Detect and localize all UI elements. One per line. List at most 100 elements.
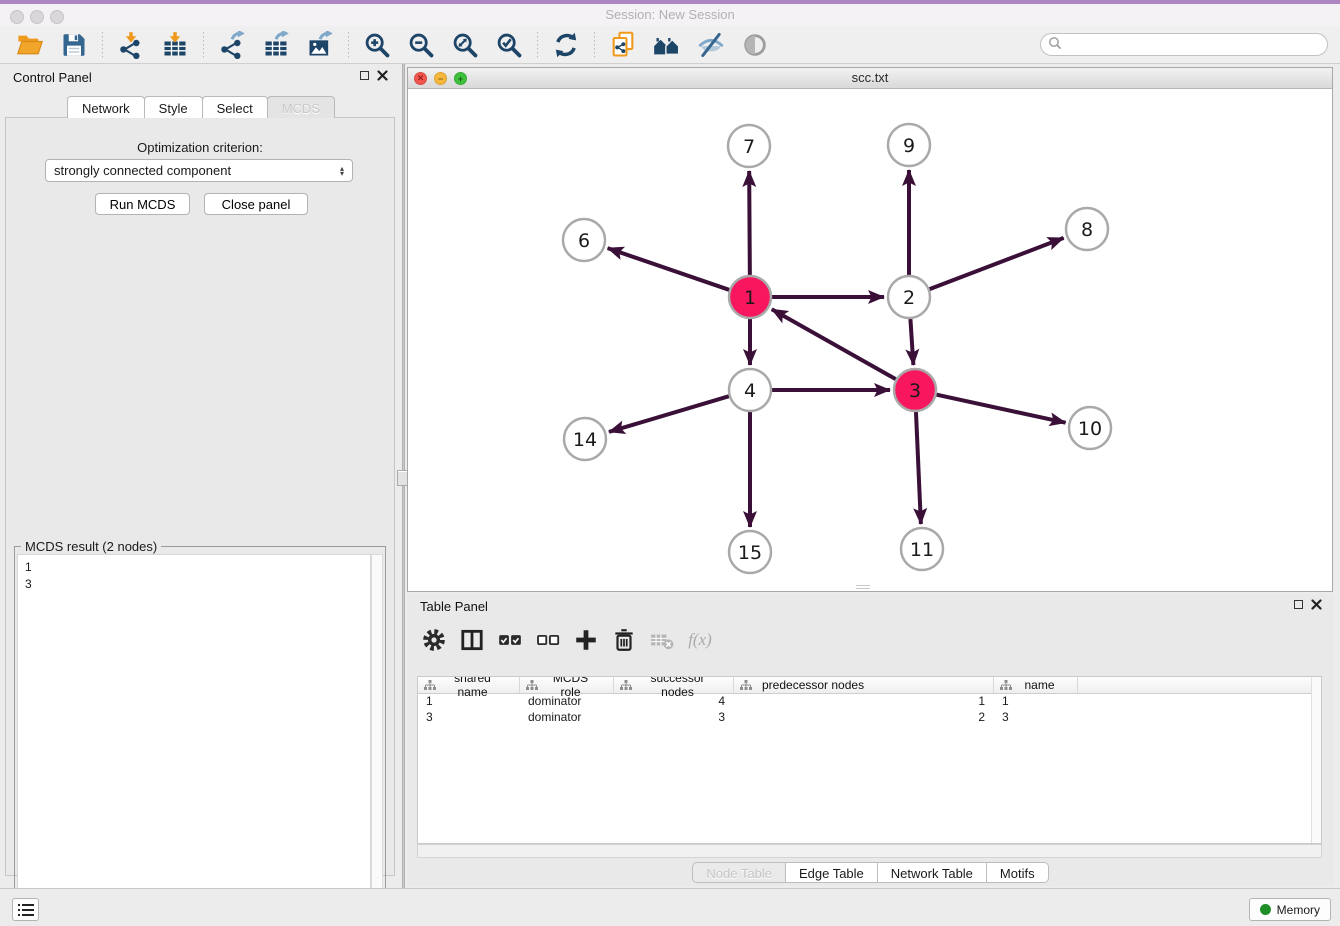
toggle-column-display-icon[interactable]	[459, 628, 485, 652]
table-cell: 1	[994, 694, 1078, 710]
graph-node-4[interactable]: 4	[729, 369, 771, 411]
control-panel-header: Control Panel	[0, 64, 401, 90]
run-mcds-button[interactable]: Run MCDS	[95, 193, 190, 215]
column-header-successor-nodes[interactable]: successor nodes	[614, 677, 734, 693]
edge-2-3[interactable]	[910, 318, 913, 365]
search-input[interactable]	[1062, 38, 1312, 52]
graph-node-2[interactable]: 2	[888, 276, 930, 318]
tab-node-table[interactable]: Node Table	[692, 862, 786, 883]
table-settings-icon[interactable]	[421, 628, 447, 652]
search-icon	[1048, 36, 1062, 53]
hide-panels-icon[interactable]	[696, 30, 726, 60]
zoom-fit-icon[interactable]	[450, 30, 480, 60]
function-builder-icon: f(x)	[687, 628, 713, 652]
svg-text:15: 15	[738, 542, 762, 564]
export-image-icon[interactable]	[305, 30, 335, 60]
edge-3-10[interactable]	[936, 394, 1066, 422]
graph-node-14[interactable]: 14	[564, 418, 606, 460]
network-resize-grip[interactable]	[856, 585, 870, 591]
clone-network-icon[interactable]	[608, 30, 638, 60]
tab-style[interactable]: Style	[144, 96, 203, 118]
table-panel-title: Table Panel	[420, 599, 488, 614]
table-panel-header: Table Panel	[407, 594, 1333, 618]
graph-node-15[interactable]: 15	[729, 531, 771, 573]
graph-node-11[interactable]: 11	[901, 528, 943, 570]
tab-mcds[interactable]: MCDS	[267, 96, 335, 118]
zoom-in-icon[interactable]	[362, 30, 392, 60]
import-network-icon[interactable]	[116, 30, 146, 60]
network-window-titlebar[interactable]: ✕ − + scc.txt	[408, 68, 1332, 89]
tab-motifs[interactable]: Motifs	[986, 862, 1049, 883]
show-home-panel-icon[interactable]	[652, 30, 682, 60]
table-cell: 1	[734, 694, 994, 710]
table-vertical-scrollbar[interactable]	[1311, 677, 1321, 843]
network-maximize-icon[interactable]: +	[454, 72, 467, 85]
export-table-icon[interactable]	[261, 30, 291, 60]
edge-1-7[interactable]	[749, 171, 750, 276]
graph-node-3[interactable]: 3	[894, 369, 936, 411]
search-field[interactable]	[1040, 33, 1328, 56]
column-header-predecessor-nodes[interactable]: predecessor nodes	[734, 677, 994, 693]
graph-node-8[interactable]: 8	[1066, 208, 1108, 250]
edge-4-14[interactable]	[609, 396, 730, 432]
table-close-panel-icon[interactable]	[1311, 598, 1323, 610]
float-panel-icon[interactable]	[360, 71, 369, 80]
column-header-MCDS-role[interactable]: MCDS role	[520, 677, 614, 693]
svg-text:14: 14	[573, 429, 597, 451]
graph-node-9[interactable]: 9	[888, 124, 930, 166]
close-panel-icon[interactable]	[377, 69, 389, 81]
status-menu-button[interactable]	[12, 898, 39, 921]
tab-network[interactable]: Network	[67, 96, 145, 118]
graph-node-10[interactable]: 10	[1069, 407, 1111, 449]
svg-text:8: 8	[1081, 219, 1093, 241]
edge-2-8[interactable]	[929, 238, 1064, 290]
mcds-result-list[interactable]: 13	[17, 554, 371, 921]
unselect-all-columns-icon[interactable]	[535, 628, 561, 652]
edge-3-1[interactable]	[772, 309, 897, 379]
control-panel-title: Control Panel	[13, 70, 92, 85]
table-header-row: shared nameMCDS rolesuccessor nodesprede…	[418, 677, 1321, 694]
list-icon	[18, 903, 34, 917]
node-table[interactable]: shared nameMCDS rolesuccessor nodesprede…	[417, 676, 1322, 844]
tab-select[interactable]: Select	[202, 96, 268, 118]
column-header-shared-name[interactable]: shared name	[418, 677, 520, 693]
table-row[interactable]: 3dominator323	[418, 710, 1321, 726]
network-close-icon[interactable]: ✕	[414, 72, 427, 85]
import-table-icon[interactable]	[160, 30, 190, 60]
control-panel-tabs: NetworkStyleSelectMCDS	[0, 96, 401, 118]
memory-button[interactable]: Memory	[1249, 898, 1331, 921]
graph-node-7[interactable]: 7	[728, 125, 770, 167]
select-all-columns-icon[interactable]	[497, 628, 523, 652]
svg-text:3: 3	[909, 380, 921, 402]
window-minimize-icon[interactable]	[30, 10, 44, 24]
zoom-out-icon[interactable]	[406, 30, 436, 60]
window-close-icon[interactable]	[10, 10, 24, 24]
close-panel-button[interactable]: Close panel	[204, 193, 308, 215]
table-horizontal-scrollbar[interactable]	[417, 844, 1322, 858]
zoom-selected-icon[interactable]	[494, 30, 524, 60]
graph-node-6[interactable]: 6	[563, 219, 605, 261]
network-minimize-icon[interactable]: −	[434, 72, 447, 85]
create-column-icon[interactable]	[573, 628, 599, 652]
export-network-icon[interactable]	[217, 30, 247, 60]
edge-3-11[interactable]	[916, 411, 921, 524]
open-session-icon[interactable]	[15, 30, 45, 60]
optimization-criterion-label: Optimization criterion:	[6, 140, 394, 155]
tab-edge-table[interactable]: Edge Table	[785, 862, 878, 883]
main-toolbar	[0, 26, 1340, 64]
optimization-criterion-select[interactable]: strongly connected component ▴▾	[45, 159, 353, 182]
delete-columns-icon[interactable]	[611, 628, 637, 652]
column-header-name[interactable]: name	[994, 677, 1078, 693]
show-panels-icon	[740, 30, 770, 60]
edge-1-6[interactable]	[608, 248, 730, 290]
network-graph[interactable]: 1 2 3 4 6 7 8 9 10 11 14 15	[408, 89, 1332, 591]
tab-network-table[interactable]: Network Table	[877, 862, 987, 883]
window-zoom-icon[interactable]	[50, 10, 64, 24]
table-float-panel-icon[interactable]	[1294, 600, 1303, 609]
apply-preferred-layout-icon[interactable]	[551, 30, 581, 60]
save-session-icon[interactable]	[59, 30, 89, 60]
mcds-result-scrollbar[interactable]	[371, 554, 383, 921]
mcds-result-line: 1	[25, 559, 370, 576]
mcds-result-title: MCDS result (2 nodes)	[21, 539, 161, 554]
graph-node-1[interactable]: 1	[729, 276, 771, 318]
